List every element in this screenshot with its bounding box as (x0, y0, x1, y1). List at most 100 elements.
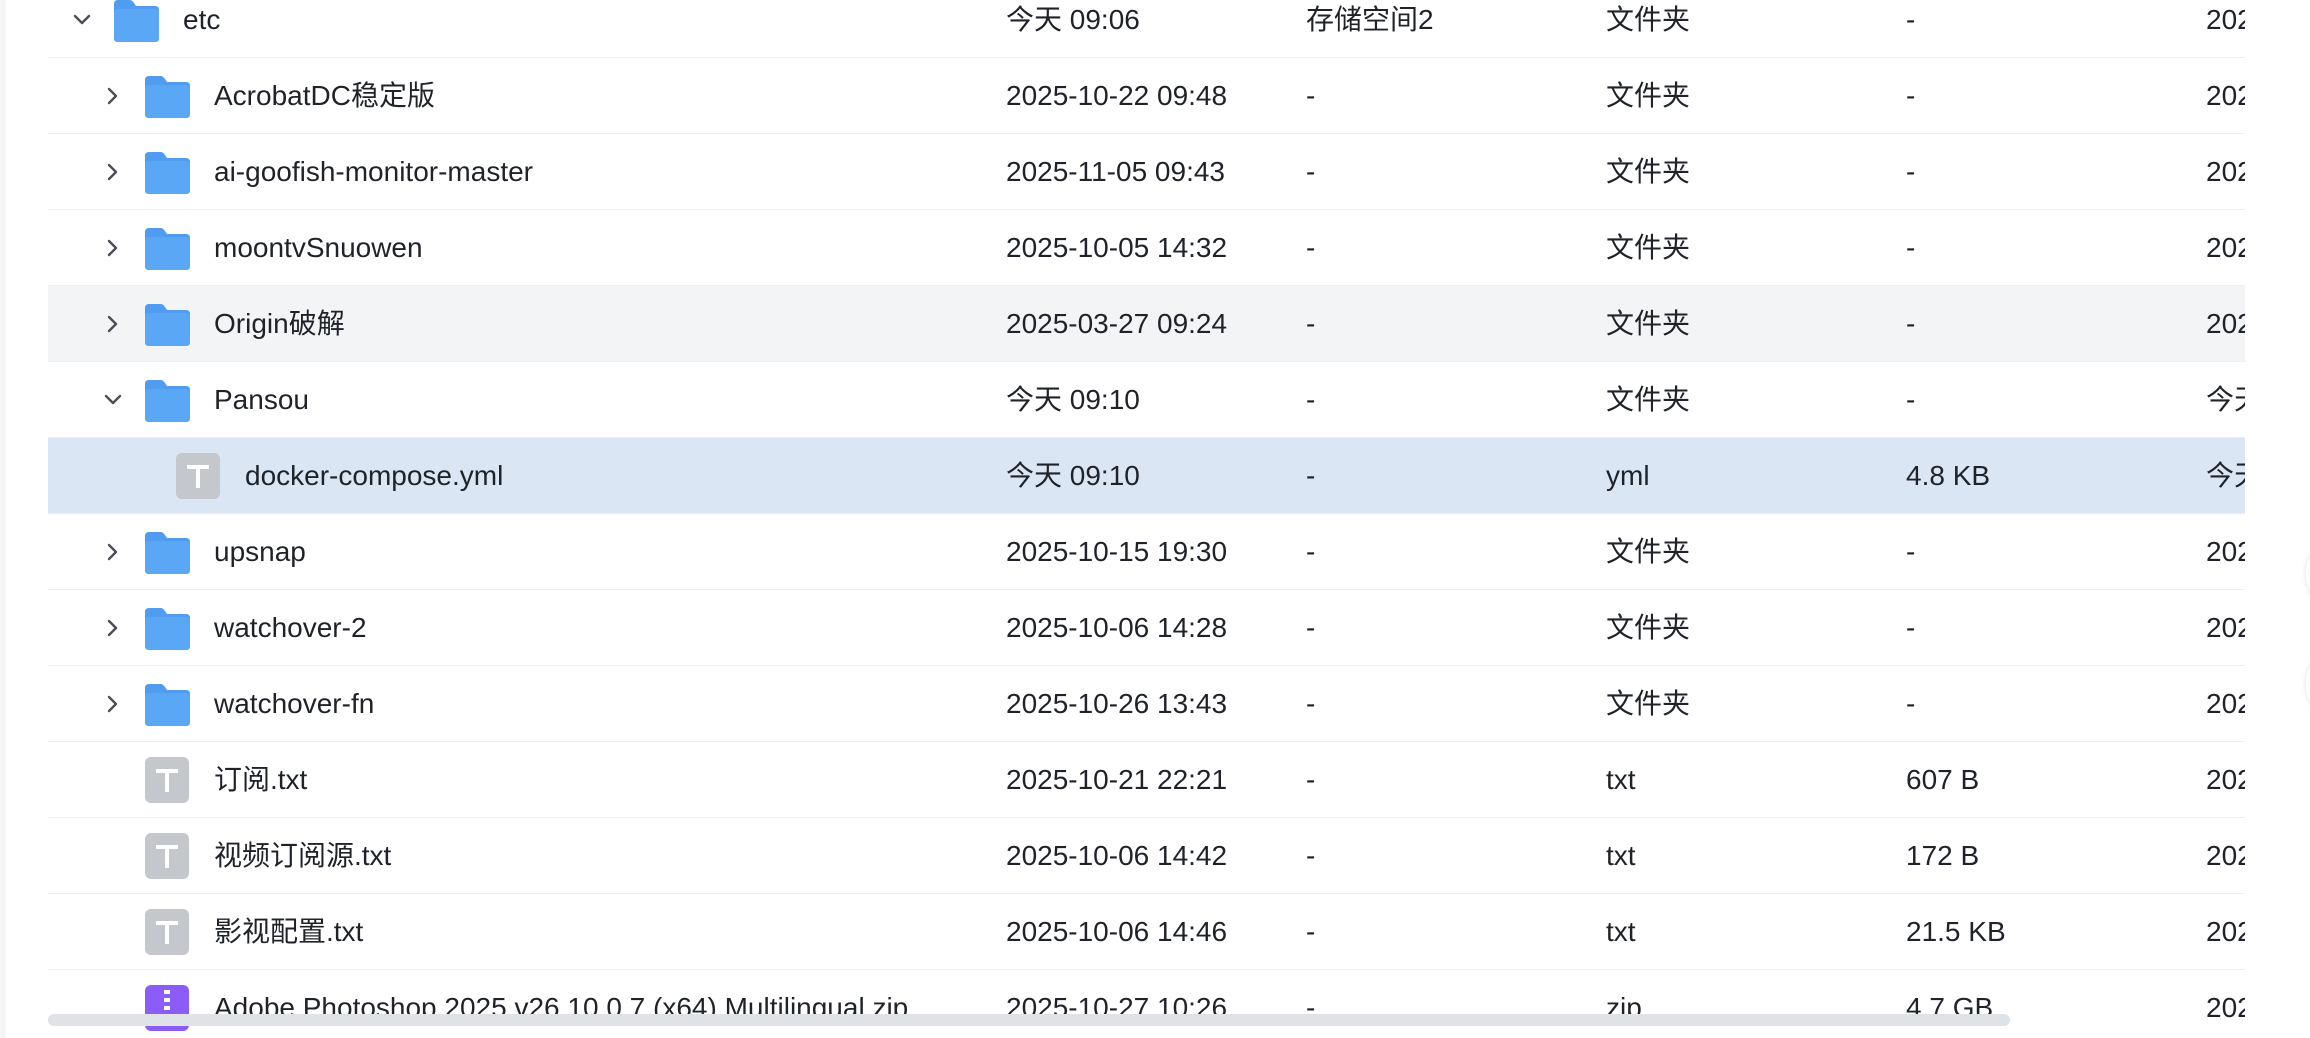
modified-cell: 2025-10-05 14:32 (1006, 232, 1228, 263)
name-cell: upsnap (48, 514, 978, 590)
name-cell: 订阅.txt (48, 742, 978, 818)
folder-icon (142, 300, 192, 348)
modified-cell: 2025-10-06 14:28 (1006, 612, 1228, 643)
file-row[interactable]: 影视配置.txt 2025-10-06 14:46 - txt 21.5 KB 202 (48, 894, 2245, 970)
file-name[interactable]: moontvSnuowen (214, 210, 423, 286)
folder-row[interactable]: etc 今天 09:06 存储空间2 文件夹 - 202 (48, 0, 2245, 58)
file-name[interactable]: Origin破解 (214, 286, 345, 362)
chevron-right-icon[interactable] (99, 158, 127, 186)
chevron-right-icon[interactable] (99, 82, 127, 110)
folder-icon (142, 72, 192, 120)
name-cell: moontvSnuowen (48, 210, 978, 286)
modified-cell: 今天 09:10 (1006, 460, 1140, 491)
created-cell: 202 (2206, 916, 2245, 947)
name-cell: Adobe Photoshop 2025 v26.10.0.7 (x64) Mu… (48, 970, 978, 1038)
location-cell: - (1306, 764, 1316, 795)
size-cell: - (1906, 4, 1916, 35)
created-cell: 202 (2206, 612, 2245, 643)
created-cell: 202 (2206, 840, 2245, 871)
chevron-down-icon[interactable] (99, 386, 127, 414)
modified-cell: 今天 09:06 (1006, 4, 1140, 35)
chevron-right-icon[interactable] (99, 310, 127, 338)
name-cell: Pansou (48, 362, 978, 438)
size-cell: 172 B (1906, 840, 1980, 871)
location-cell: - (1306, 232, 1316, 263)
folder-row[interactable]: watchover-2 2025-10-06 14:28 - 文件夹 - 202 (48, 590, 2245, 666)
folder-row[interactable]: upsnap 2025-10-15 19:30 - 文件夹 - 202 (48, 514, 2245, 590)
type-cell: txt (1606, 840, 1636, 871)
folder-row[interactable]: Pansou 今天 09:10 - 文件夹 - 今天 (48, 362, 2245, 438)
location-cell: - (1306, 840, 1316, 871)
text-file-icon (173, 452, 223, 500)
created-cell: 今天 (2206, 460, 2245, 491)
location-cell: - (1306, 156, 1316, 187)
file-name[interactable]: AcrobatDC稳定版 (214, 58, 435, 134)
size-cell: - (1906, 384, 1916, 415)
horizontal-scrollbar-thumb[interactable] (48, 1014, 2010, 1026)
location-cell: - (1306, 992, 1316, 1023)
file-row[interactable]: docker-compose.yml 今天 09:10 - yml 4.8 KB 今天 (48, 438, 2245, 514)
modified-cell: 2025-10-15 19:30 (1006, 536, 1228, 567)
folder-icon (142, 680, 192, 728)
window-left-edge (0, 0, 6, 1038)
file-name[interactable]: etc (183, 0, 220, 58)
file-row[interactable]: 订阅.txt 2025-10-21 22:21 - txt 607 B 202 (48, 742, 2245, 818)
location-cell: - (1306, 80, 1316, 111)
created-cell: 202 (2206, 992, 2245, 1023)
file-list[interactable]: etc 今天 09:06 存储空间2 文件夹 - 202 AcrobatDC稳定版 2025-… (48, 0, 2245, 1038)
size-cell: - (1906, 612, 1916, 643)
created-cell: 202 (2206, 80, 2245, 111)
folder-row[interactable]: AcrobatDC稳定版 2025-10-22 09:48 - 文件夹 - 202 (48, 58, 2245, 134)
file-name[interactable]: ai-goofish-monitor-master (214, 134, 533, 210)
file-row[interactable]: 视频订阅源.txt 2025-10-06 14:42 - txt 172 B 202 (48, 818, 2245, 894)
created-cell: 202 (2206, 4, 2245, 35)
name-cell: watchover-fn (48, 666, 978, 742)
horizontal-scrollbar[interactable] (48, 1014, 2010, 1026)
created-cell: 202 (2206, 308, 2245, 339)
folder-icon (142, 224, 192, 272)
chevron-right-icon[interactable] (99, 690, 127, 718)
folder-icon (142, 376, 192, 424)
modified-cell: 2025-10-06 14:42 (1006, 840, 1228, 871)
name-cell: AcrobatDC稳定版 (48, 58, 978, 134)
side-panel-handle[interactable] (2306, 548, 2310, 600)
file-name[interactable]: watchover-fn (214, 666, 374, 742)
type-cell: 文件夹 (1606, 232, 1691, 263)
name-cell: docker-compose.yml (48, 438, 978, 514)
folder-row[interactable]: ai-goofish-monitor-master 2025-11-05 09:4… (48, 134, 2245, 210)
side-panel-handle-2[interactable] (2306, 658, 2310, 710)
type-cell: 文件夹 (1606, 612, 1691, 643)
created-cell: 202 (2206, 232, 2245, 263)
folder-row[interactable]: watchover-fn 2025-10-26 13:43 - 文件夹 - 202 (48, 666, 2245, 742)
folder-row[interactable]: moontvSnuowen 2025-10-05 14:32 - 文件夹 - 202 (48, 210, 2245, 286)
modified-cell: 2025-10-21 22:21 (1006, 764, 1228, 795)
file-name[interactable]: Pansou (214, 362, 309, 438)
folder-row[interactable]: Origin破解 2025-03-27 09:24 - 文件夹 - 202 (48, 286, 2245, 362)
file-name[interactable]: 视频订阅源.txt (214, 818, 391, 894)
chevron-right-icon[interactable] (99, 234, 127, 262)
name-cell: ai-goofish-monitor-master (48, 134, 978, 210)
file-name[interactable]: watchover-2 (214, 590, 367, 666)
modified-cell: 2025-10-06 14:46 (1006, 916, 1228, 947)
modified-cell: 2025-03-27 09:24 (1006, 308, 1228, 339)
file-name[interactable]: 影视配置.txt (214, 894, 363, 970)
modified-cell: 今天 09:10 (1006, 384, 1140, 415)
location-cell: 存储空间2 (1306, 4, 1434, 35)
modified-cell: 2025-10-22 09:48 (1006, 80, 1228, 111)
chevron-right-icon[interactable] (99, 538, 127, 566)
chevron-down-icon[interactable] (68, 6, 96, 34)
type-cell: txt (1606, 916, 1636, 947)
folder-icon (142, 604, 192, 652)
location-cell: - (1306, 916, 1316, 947)
file-name[interactable]: 订阅.txt (214, 742, 307, 818)
chevron-right-icon[interactable] (99, 614, 127, 642)
file-row[interactable]: Adobe Photoshop 2025 v26.10.0.7 (x64) Mu… (48, 970, 2245, 1038)
type-cell: 文件夹 (1606, 308, 1691, 339)
file-name[interactable]: Adobe Photoshop 2025 v26.10.0.7 (x64) Mu… (214, 970, 908, 1038)
created-cell: 202 (2206, 156, 2245, 187)
created-cell: 今天 (2206, 384, 2245, 415)
file-name[interactable]: upsnap (214, 514, 306, 590)
size-cell: 4.7 GB (1906, 992, 1994, 1023)
file-name[interactable]: docker-compose.yml (245, 438, 503, 514)
text-file-icon (142, 832, 192, 880)
